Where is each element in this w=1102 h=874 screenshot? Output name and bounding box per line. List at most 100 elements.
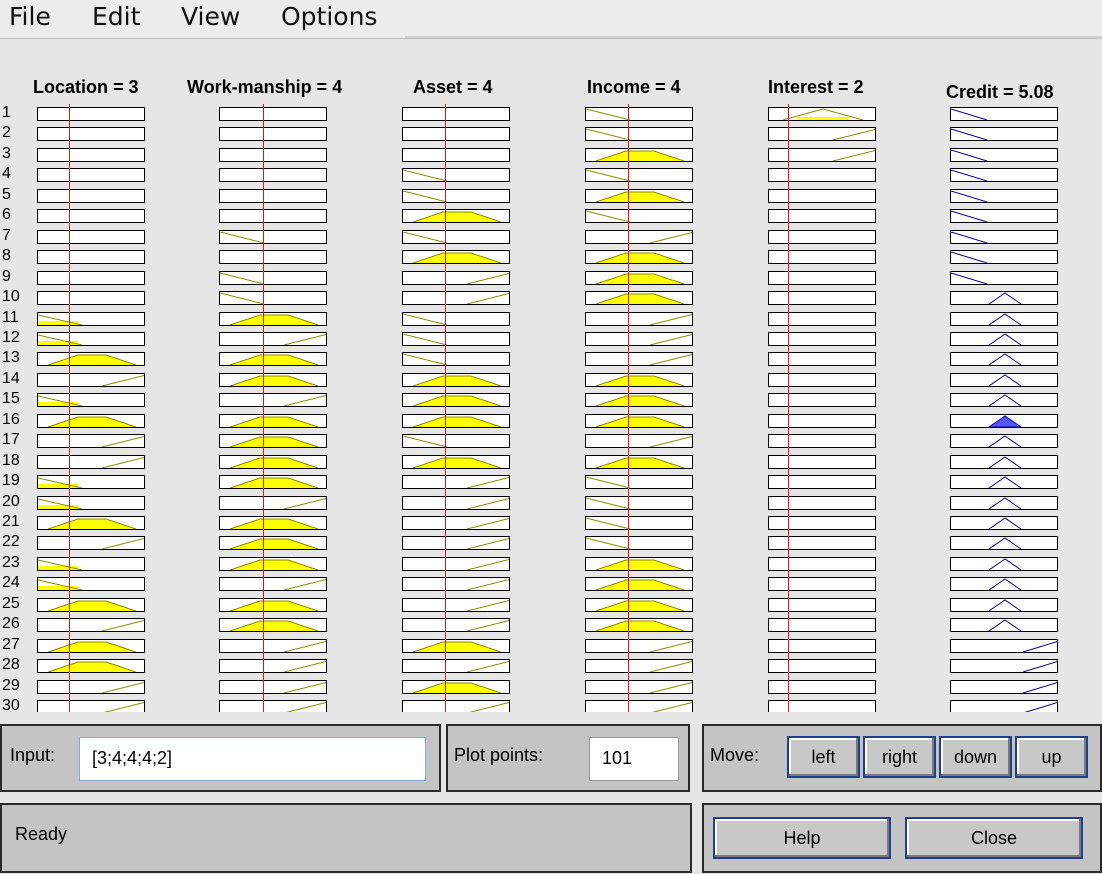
rule-number: 1 xyxy=(2,104,11,121)
membership-cell xyxy=(585,496,693,510)
output-cell xyxy=(950,230,1058,244)
membership-cell xyxy=(402,598,510,612)
membership-cell xyxy=(402,168,510,182)
membership-cell xyxy=(219,516,327,530)
membership-cell xyxy=(219,659,327,673)
input-marker-line[interactable] xyxy=(263,104,264,712)
membership-cell xyxy=(585,536,693,550)
membership-cell xyxy=(219,577,327,591)
rule-number: 12 xyxy=(2,329,20,346)
membership-cell xyxy=(37,455,145,469)
membership-cell xyxy=(768,618,876,632)
rule-number: 15 xyxy=(2,390,20,407)
membership-cell xyxy=(402,475,510,489)
membership-cell xyxy=(37,516,145,530)
membership-cell xyxy=(585,618,693,632)
membership-cell xyxy=(402,414,510,428)
membership-cell xyxy=(585,230,693,244)
membership-cell xyxy=(219,434,327,448)
membership-cell xyxy=(37,230,145,244)
rule-number: 21 xyxy=(2,513,20,530)
membership-cell xyxy=(219,373,327,387)
output-cell xyxy=(950,148,1058,162)
close-button[interactable]: Close xyxy=(905,817,1083,859)
membership-cell xyxy=(585,639,693,653)
membership-cell xyxy=(37,536,145,550)
membership-cell xyxy=(402,271,510,285)
membership-cell xyxy=(768,291,876,305)
membership-cell xyxy=(585,577,693,591)
membership-cell xyxy=(768,250,876,264)
output-cell xyxy=(950,598,1058,612)
plot-points-label: Plot points: xyxy=(454,745,544,765)
output-cell xyxy=(950,516,1058,530)
input-marker-line[interactable] xyxy=(628,104,629,712)
rule-number: 2 xyxy=(2,124,11,141)
output-cell xyxy=(950,250,1058,264)
menu-view[interactable]: View xyxy=(181,2,240,31)
membership-cell xyxy=(37,291,145,305)
membership-cell xyxy=(219,618,327,632)
input-marker-line[interactable] xyxy=(788,104,789,712)
membership-cell xyxy=(585,352,693,366)
column-title-location: Location = 3 xyxy=(33,77,139,97)
membership-cell xyxy=(402,680,510,694)
membership-cell xyxy=(585,148,693,162)
move-up-button[interactable]: up xyxy=(1015,736,1088,778)
plot-points-field[interactable]: 101 xyxy=(589,737,679,781)
input-field[interactable]: [3;4;4;4;2] xyxy=(79,737,426,781)
input-marker-line[interactable] xyxy=(445,104,446,712)
plot-points-panel: Plot points: 101 xyxy=(446,724,690,792)
membership-cell xyxy=(585,127,693,141)
input-marker-line[interactable] xyxy=(69,104,70,712)
column-title-workmanship: Work-manship = 4 xyxy=(187,77,343,97)
rule-number: 24 xyxy=(2,574,20,591)
membership-cell xyxy=(37,557,145,571)
membership-cell xyxy=(37,577,145,591)
membership-cell xyxy=(768,496,876,510)
membership-cell xyxy=(37,618,145,632)
status-text: Ready xyxy=(15,824,68,844)
membership-cell xyxy=(219,230,327,244)
membership-cell xyxy=(219,536,327,550)
membership-cell xyxy=(585,332,693,346)
membership-cell xyxy=(585,557,693,571)
membership-cell xyxy=(37,332,145,346)
membership-cell xyxy=(402,455,510,469)
rule-number: 30 xyxy=(2,697,20,713)
rule-number: 29 xyxy=(2,677,20,694)
rule-number: 26 xyxy=(2,615,20,632)
membership-cell xyxy=(37,659,145,673)
membership-cell xyxy=(219,680,327,694)
move-left-button[interactable]: left xyxy=(787,736,860,778)
output-cell xyxy=(950,393,1058,407)
membership-cell xyxy=(585,250,693,264)
move-down-button[interactable]: down xyxy=(939,736,1012,778)
membership-cell xyxy=(768,598,876,612)
output-cell xyxy=(950,618,1058,632)
rule-number: 19 xyxy=(2,472,20,489)
menu-file[interactable]: File xyxy=(9,2,51,31)
membership-cell xyxy=(37,373,145,387)
membership-cell xyxy=(37,680,145,694)
rule-number: 22 xyxy=(2,533,20,550)
membership-cell xyxy=(402,639,510,653)
move-right-button[interactable]: right xyxy=(863,736,936,778)
membership-cell xyxy=(402,700,510,712)
membership-cell xyxy=(37,434,145,448)
membership-cell xyxy=(219,209,327,223)
rule-number: 10 xyxy=(2,288,20,305)
membership-cell xyxy=(219,557,327,571)
membership-cell xyxy=(219,332,327,346)
membership-cell xyxy=(585,516,693,530)
move-label: Move: xyxy=(710,745,760,765)
membership-cell xyxy=(219,639,327,653)
membership-cell xyxy=(768,312,876,326)
help-button[interactable]: Help xyxy=(713,817,891,859)
membership-cell xyxy=(37,700,145,712)
membership-cell xyxy=(768,700,876,712)
menu-options[interactable]: Options xyxy=(281,2,377,31)
membership-cell xyxy=(402,312,510,326)
menu-edit[interactable]: Edit xyxy=(92,2,140,31)
membership-cell xyxy=(585,271,693,285)
